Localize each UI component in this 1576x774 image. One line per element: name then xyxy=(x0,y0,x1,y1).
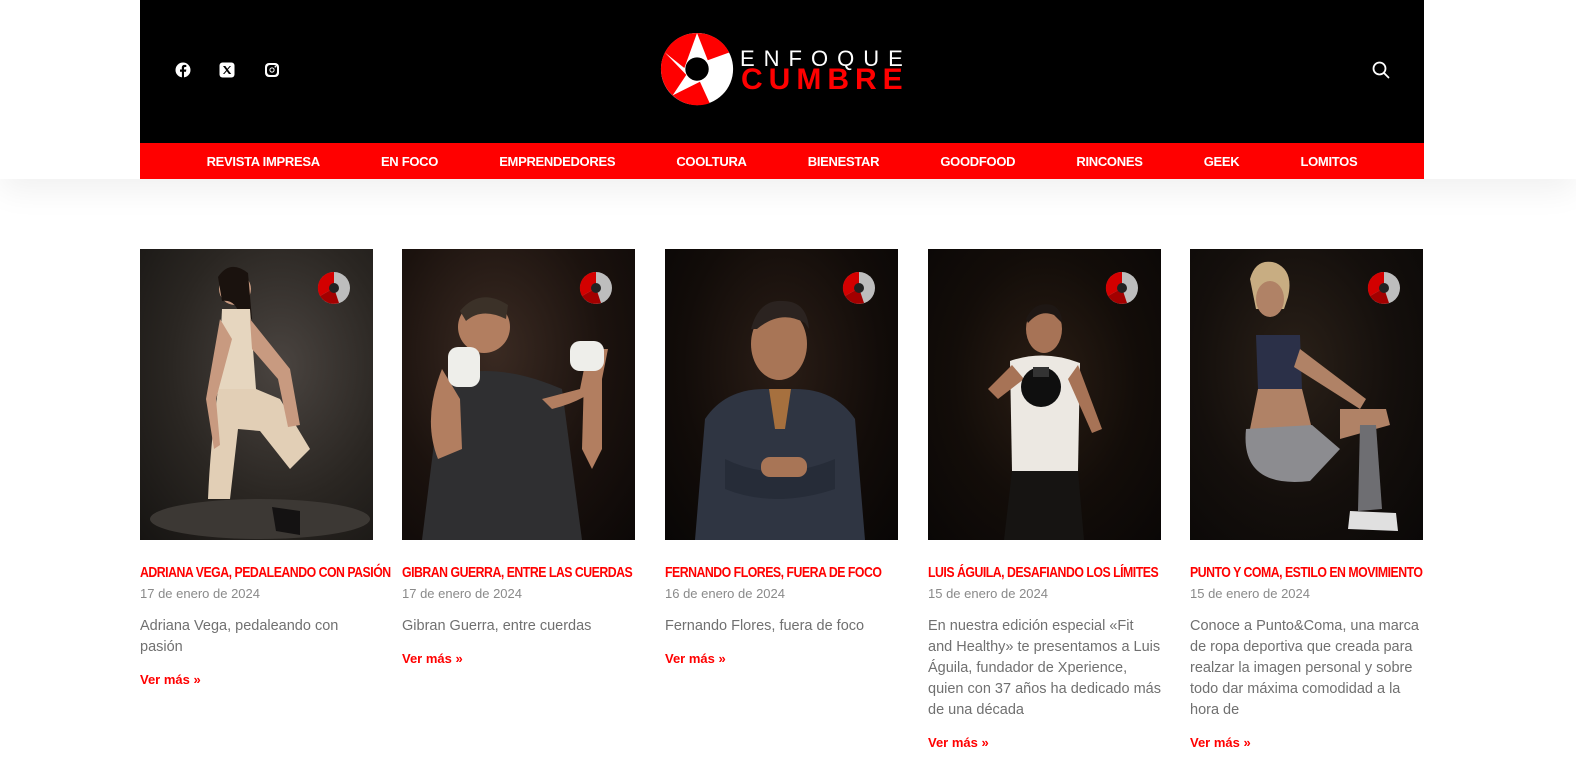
nav-item-goodfood[interactable]: GOODFOOD xyxy=(940,154,1015,169)
post-thumbnail[interactable] xyxy=(665,249,898,540)
nav-item-lomitos[interactable]: LOMITOS xyxy=(1300,154,1357,169)
read-more-link[interactable]: Ver más » xyxy=(140,672,373,687)
post-title[interactable]: Gibran Guerra, entre las cuerdas xyxy=(402,564,633,581)
read-more-link[interactable]: Ver más » xyxy=(402,651,635,666)
post-thumbnail[interactable] xyxy=(402,249,635,540)
logo-aperture-icon[interactable] xyxy=(659,31,737,109)
post-title[interactable]: Adriana Vega, pedaleando con pasión xyxy=(140,564,391,581)
post-excerpt: Gibran Guerra, entre cuerdas xyxy=(402,618,592,634)
post-excerpt: En nuestra edición especial «Fit and Hea… xyxy=(928,618,1161,718)
site-header: ENFOQUE CUMBRE xyxy=(140,0,1424,143)
post-date: 17 de enero de 2024 xyxy=(140,586,260,601)
post-card: Gibran Guerra, entre las cuerdas 17 de e… xyxy=(402,249,635,666)
nav-item-cooltura[interactable]: COOLTURA xyxy=(676,154,747,169)
post-date: 16 de enero de 2024 xyxy=(665,586,785,601)
nav-item-en-foco[interactable]: EN FOCO xyxy=(381,154,438,169)
x-icon[interactable] xyxy=(219,62,235,78)
aperture-badge-icon xyxy=(1367,271,1400,304)
post-card: Luis Águila, desafiando los límites 15 d… xyxy=(928,249,1161,750)
post-thumbnail[interactable] xyxy=(140,249,373,540)
instagram-icon[interactable] xyxy=(264,62,280,78)
post-card: Fernando Flores, fuera de foco 16 de ene… xyxy=(665,249,898,666)
search-icon[interactable] xyxy=(1372,61,1390,79)
nav-item-bienestar[interactable]: BIENESTAR xyxy=(808,154,880,169)
post-title[interactable]: Luis Águila, desafiando los límites xyxy=(928,564,1159,581)
post-title[interactable]: Punto y coma, estilo en movimiento xyxy=(1190,564,1423,581)
aperture-badge-icon xyxy=(579,271,612,304)
nav-item-geek[interactable]: GEEK xyxy=(1204,154,1240,169)
post-excerpt: Adriana Vega, pedaleando con pasión xyxy=(140,618,339,655)
post-title[interactable]: Fernando Flores, fuera de foco xyxy=(665,564,882,581)
post-date: 15 de enero de 2024 xyxy=(928,586,1048,601)
aperture-badge-icon xyxy=(1105,271,1138,304)
aperture-badge-icon xyxy=(317,271,350,304)
post-excerpt: Fernando Flores, fuera de foco xyxy=(665,618,865,634)
read-more-link[interactable]: Ver más » xyxy=(1190,735,1423,750)
post-thumbnail[interactable] xyxy=(1190,249,1423,540)
post-thumbnail[interactable] xyxy=(928,249,1161,540)
read-more-link[interactable]: Ver más » xyxy=(928,735,1161,750)
post-card: Adriana Vega, pedaleando con pasión 17 d… xyxy=(140,249,391,687)
facebook-icon[interactable] xyxy=(175,62,191,78)
post-date: 17 de enero de 2024 xyxy=(402,586,522,601)
logo-text-bottom: CUMBRE xyxy=(741,63,909,96)
nav-item-revista-impresa[interactable]: REVISTA IMPRESA xyxy=(207,154,321,169)
aperture-badge-icon xyxy=(842,271,875,304)
nav-item-emprendedores[interactable]: EMPRENDEDORES xyxy=(499,154,615,169)
post-excerpt: Conoce a Punto&Coma, una marca de ropa d… xyxy=(1190,618,1419,718)
nav-item-rincones[interactable]: RINCONES xyxy=(1076,154,1143,169)
post-date: 15 de enero de 2024 xyxy=(1190,586,1310,601)
main-nav: REVISTA IMPRESA EN FOCO EMPRENDEDORES CO… xyxy=(140,143,1424,179)
post-card: Punto y coma, estilo en movimiento 15 de… xyxy=(1190,249,1423,750)
read-more-link[interactable]: Ver más » xyxy=(665,651,898,666)
